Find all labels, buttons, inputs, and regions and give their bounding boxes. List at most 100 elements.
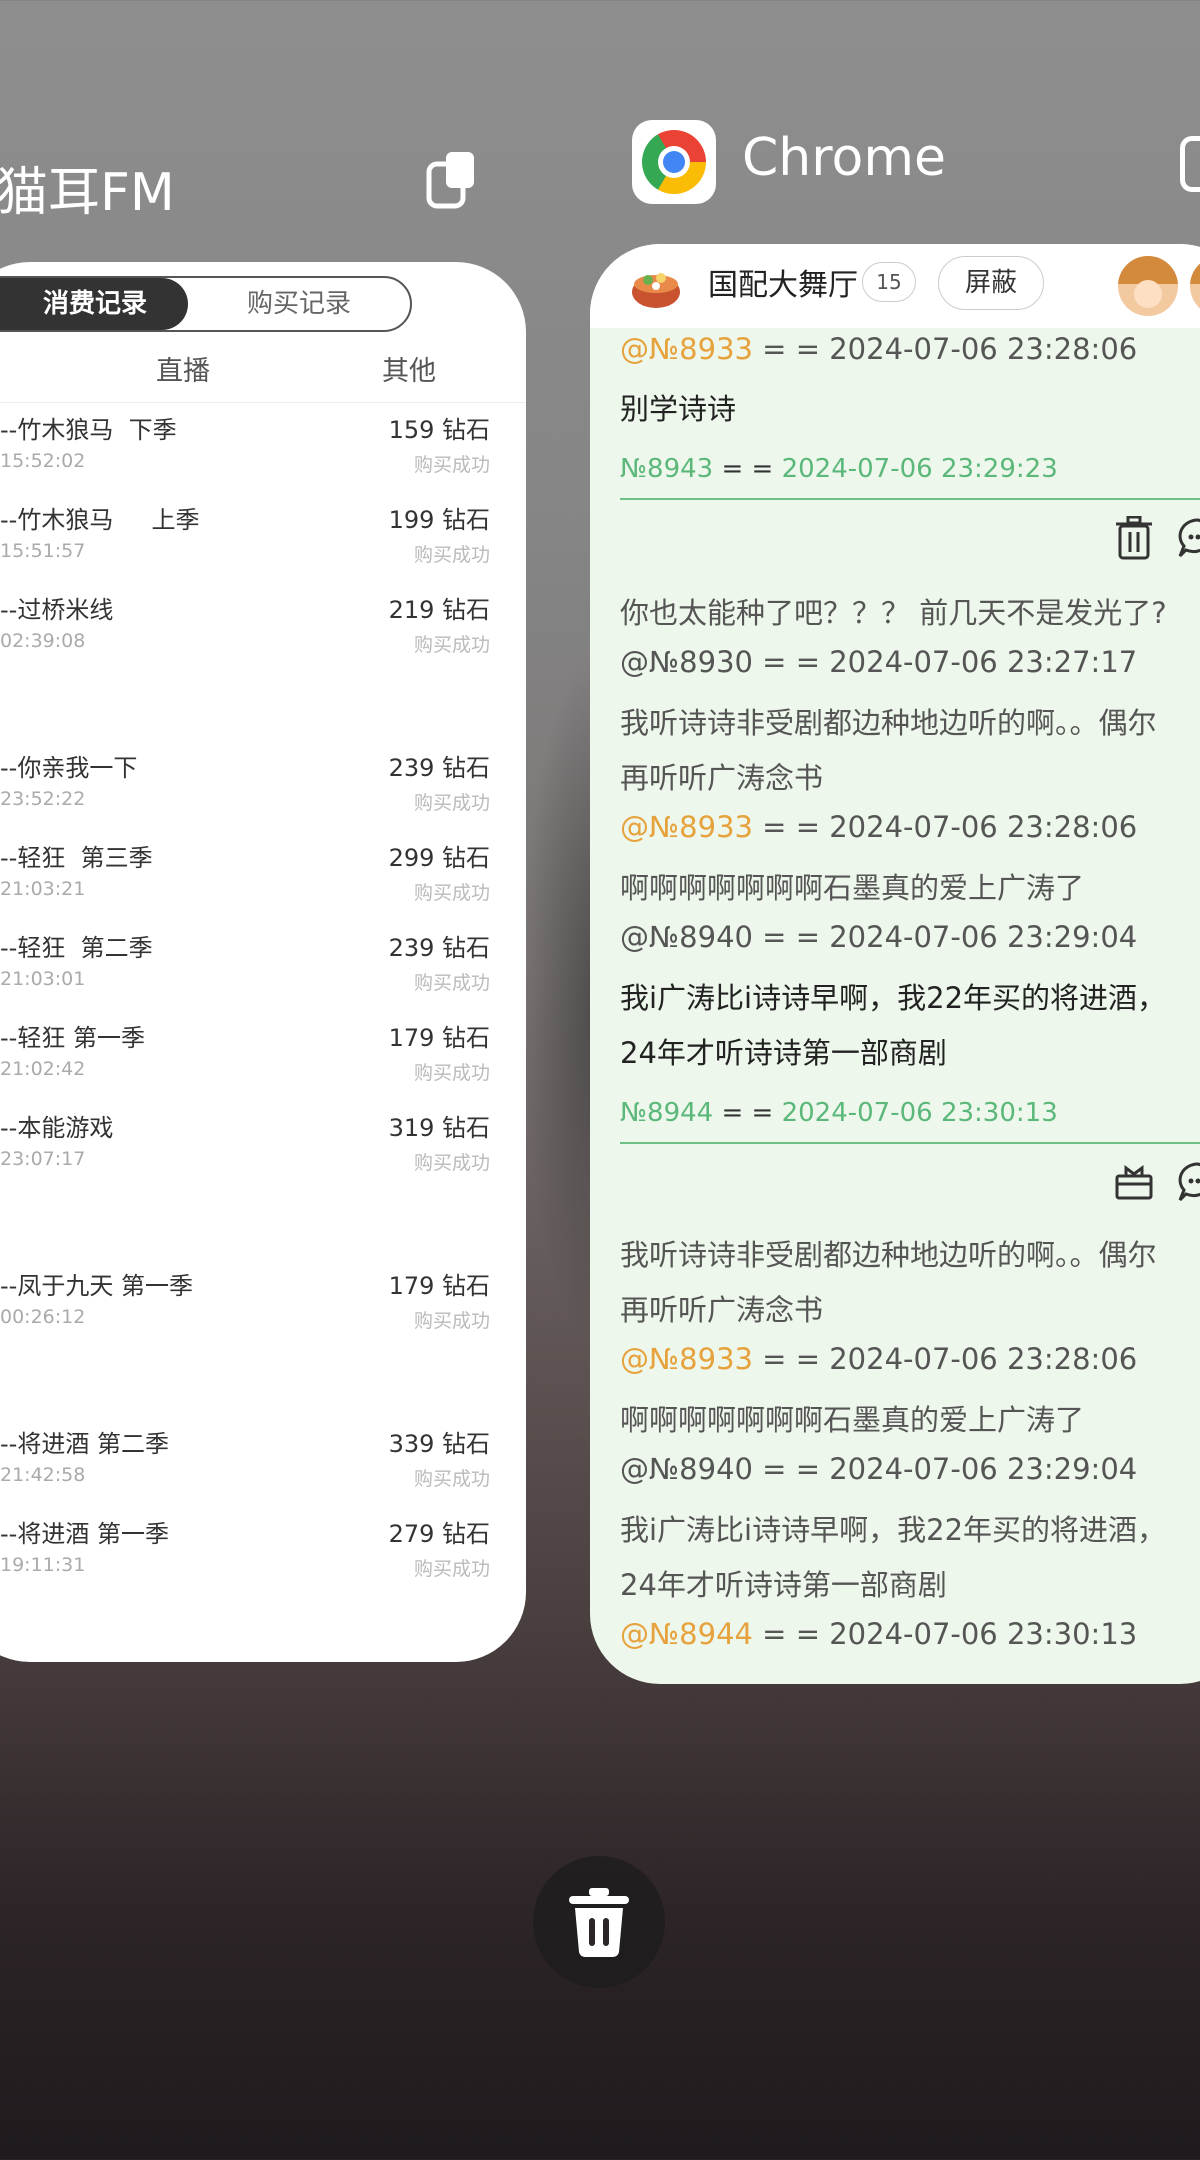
record-name: --将进酒 第二季	[0, 1430, 169, 1458]
list-item[interactable]: --凤于九天 第一季 179 钻石 00:26:12 购买成功	[0, 1260, 500, 1350]
message-meta: №8943 = = 2024-07-06 23:29:23	[620, 454, 1058, 484]
list-item[interactable]: --竹木狼马 下季 159 钻石 15:52:02 购买成功	[0, 404, 500, 494]
record-time: 23:52:22	[0, 788, 86, 810]
record-amount: 339 钻石	[388, 1430, 490, 1458]
record-status: 购买成功	[413, 1468, 490, 1490]
subtab-other[interactable]: 其他	[382, 342, 436, 402]
record-name: --轻狂 第三季	[0, 844, 153, 872]
list-item[interactable]: --轻狂 第一季 179 钻石 21:02:42 购买成功	[0, 1012, 500, 1102]
quote-header: @№8944 = = 2024-07-06 23:30:13	[620, 1617, 1138, 1651]
message-text: 我听诗诗非受剧都边种地边听的啊。。偶尔	[620, 1238, 1157, 1272]
list-item[interactable]: --将进酒 第二季 339 钻石 21:42:58 购买成功	[0, 1418, 500, 1508]
message-text: 你也太能种了吧？？？ 前几天不是发光了?	[620, 596, 1167, 630]
record-status: 购买成功	[413, 1062, 490, 1084]
list-item[interactable]: --竹木狼马 上季 199 钻石 15:51:57 购买成功	[0, 494, 500, 584]
split-screen-icon[interactable]	[426, 150, 476, 210]
reply-icon[interactable]	[1176, 516, 1200, 560]
message-text: 我i广涛比i诗诗早啊，我22年买的将进酒，	[620, 981, 1167, 1015]
record-name: --轻狂 第二季	[0, 934, 153, 962]
record-time: 00:26:12	[0, 1306, 86, 1328]
message-text: 再听听广涛念书	[620, 1293, 824, 1327]
record-status: 购买成功	[413, 1152, 490, 1174]
avatar[interactable]	[1190, 256, 1200, 316]
message-meta: №8944 = = 2024-07-06 23:30:13	[620, 1098, 1058, 1128]
record-status: 购买成功	[413, 972, 490, 994]
record-amount: 279 钻石	[388, 1520, 490, 1548]
list-item[interactable]: --过桥米线 219 钻石 02:39:08 购买成功	[0, 584, 500, 674]
record-name: --轻狂 第一季	[0, 1024, 145, 1052]
record-status: 购买成功	[413, 544, 490, 566]
record-time: 21:02:42	[0, 1058, 86, 1080]
record-name: --竹木狼马 上季	[0, 506, 200, 534]
chrome-logo-icon[interactable]	[632, 120, 716, 204]
message-divider	[620, 498, 1200, 500]
record-status: 购买成功	[413, 1558, 490, 1580]
reply-icon[interactable]	[1176, 1160, 1200, 1204]
record-name: --将进酒 第一季	[0, 1520, 169, 1548]
list-item[interactable]: --轻狂 第二季 239 钻石 21:03:01 购买成功	[0, 922, 500, 1012]
message-text: 24年才听诗诗第一部商剧	[620, 1036, 947, 1070]
clear-all-trash-icon	[569, 1888, 629, 1958]
clear-all-button[interactable]	[533, 1856, 665, 1988]
room-count-badge: 15	[862, 262, 916, 302]
hotpot-icon	[632, 273, 680, 308]
record-amount: 159 钻石	[388, 416, 490, 444]
record-time: 23:07:17	[0, 1148, 86, 1170]
message-text: 再听听广涛念书	[620, 761, 824, 795]
record-status: 购买成功	[413, 634, 490, 656]
record-amount: 239 钻石	[388, 934, 490, 962]
message-divider	[620, 1142, 1200, 1144]
tab-purchase-record[interactable]: 购买记录	[188, 278, 410, 330]
message-text: 啊啊啊啊啊啊啊石墨真的爱上广涛了	[620, 871, 1085, 905]
trash-icon[interactable]	[1116, 516, 1152, 560]
record-name: --竹木狼马 下季	[0, 416, 177, 444]
record-status: 购买成功	[413, 454, 490, 476]
record-time: 21:03:01	[0, 968, 86, 990]
list-item[interactable]: --将进酒 第一季 279 钻石 19:11:31 购买成功	[0, 1508, 500, 1598]
record-time: 15:51:57	[0, 540, 86, 562]
app-title-maoer[interactable]: 猫耳FM	[0, 150, 175, 225]
record-name: --过桥米线	[0, 596, 114, 624]
block-button[interactable]: 屏蔽	[938, 256, 1044, 310]
room-header: 国配大舞厅 15 屏蔽	[590, 244, 1200, 328]
subtab-live[interactable]: 直播	[156, 342, 210, 402]
record-amount: 219 钻石	[388, 596, 490, 624]
list-item[interactable]: --轻狂 第三季 299 钻石 21:03:21 购买成功	[0, 832, 500, 922]
record-type-switch: 消费记录 购买记录	[0, 276, 412, 332]
message-text: 别学诗诗	[620, 392, 737, 426]
quote-header: @№8933 = = 2024-07-06 23:28:06	[620, 810, 1138, 844]
app-title-chrome[interactable]: Chrome	[742, 128, 946, 188]
record-amount: 179 钻石	[388, 1024, 490, 1052]
subtab-bar: 直播 其他	[0, 342, 526, 403]
quote-header: @№8930 = = 2024-07-06 23:27:17	[620, 645, 1138, 679]
record-time: 21:03:21	[0, 878, 86, 900]
chrome-app-card[interactable]: 国配大舞厅 15 屏蔽 @№8933 = = 2024-07-06 23:28:…	[590, 244, 1200, 1684]
record-name: --本能游戏	[0, 1114, 114, 1142]
record-amount: 179 钻石	[388, 1272, 490, 1300]
message-text: 我听诗诗非受剧都边种地边听的啊。。偶尔	[620, 706, 1157, 740]
record-amount: 239 钻石	[388, 754, 490, 782]
gift-icon[interactable]	[1114, 1162, 1154, 1202]
record-status: 购买成功	[413, 1310, 490, 1332]
list-item[interactable]: --本能游戏 319 钻石 23:07:17 购买成功	[0, 1102, 500, 1192]
record-name: --凤于九天 第一季	[0, 1272, 193, 1300]
record-time: 15:52:02	[0, 450, 86, 472]
record-name: --你亲我一下	[0, 754, 138, 782]
room-name: 国配大舞厅	[708, 268, 858, 303]
record-status: 购买成功	[413, 882, 490, 904]
message-text: 24年才听诗诗第一部商剧	[620, 1568, 947, 1602]
list-item[interactable]: --你亲我一下 239 钻石 23:52:22 购买成功	[0, 742, 500, 832]
split-screen-icon[interactable]	[1180, 136, 1200, 192]
record-amount: 199 钻石	[388, 506, 490, 534]
quote-header: @№8933 = = 2024-07-06 23:28:06	[620, 1342, 1138, 1376]
quote-header: @№8940 = = 2024-07-06 23:29:04	[620, 920, 1138, 954]
record-status: 购买成功	[413, 792, 490, 814]
avatar[interactable]	[1118, 256, 1178, 316]
maoer-app-card[interactable]: 消费记录 购买记录 直播 其他 --竹木狼马 下季 159 钻石 15:52:0…	[0, 262, 526, 1662]
quote-header: @№8933 = = 2024-07-06 23:28:06	[620, 332, 1138, 366]
quote-header: @№8940 = = 2024-07-06 23:29:04	[620, 1452, 1138, 1486]
record-amount: 319 钻石	[388, 1114, 490, 1142]
tab-consumption-record[interactable]: 消费记录	[0, 278, 188, 330]
record-amount: 299 钻石	[388, 844, 490, 872]
record-time: 19:11:31	[0, 1554, 86, 1576]
